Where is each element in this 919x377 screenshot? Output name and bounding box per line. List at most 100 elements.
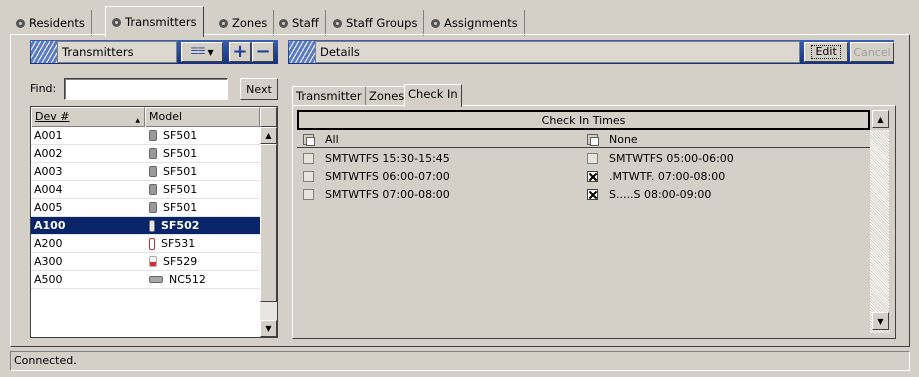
checkbox[interactable] [303,170,314,182]
checkbox[interactable] [303,152,314,164]
grid-rows: A001 SF501 A002 SF501 A003 SF501 A004 SF501 A005… [31,127,260,289]
tab-bullet-icon [279,18,288,28]
check-in-time-item[interactable]: SMTWTFS 06:00-07:00 [303,167,450,185]
dev-cell: A002 [34,147,63,160]
scroll-up-button[interactable]: ▲ [260,127,277,144]
pull-cord-icon [149,237,155,250]
check-in-time-label: SMTWTFS 07:00-08:00 [325,187,450,201]
dev-cell: A300 [34,255,63,268]
dev-cell: A003 [34,165,63,178]
tab-label: Transmitters [125,15,197,29]
check-in-time-label: .MTWTF. 07:00-08:00 [609,169,726,183]
status-text: Connected. [14,354,77,367]
scroll-up-button[interactable]: ▲ [872,110,889,128]
checkbox[interactable] [303,188,314,200]
check-in-time-item[interactable]: .MTWTF. 07:00-08:00 [587,167,725,185]
dev-cell: A001 [34,129,63,142]
column-header-label: Model [149,110,183,123]
table-row[interactable]: A300 SF529 [31,253,260,271]
column-header-model[interactable]: Model [145,107,260,127]
tab-bullet-icon [333,18,342,28]
sort-ascending-icon: ▲ [135,117,140,124]
checkbox[interactable] [587,188,598,200]
table-row[interactable]: A200 SF531 [31,235,260,253]
check-in-time-item[interactable]: SMTWTFS 15:30-15:45 [303,149,450,167]
tab-bullet-icon [219,18,228,28]
tab-residents[interactable]: Residents [10,10,92,36]
next-label: Next [246,82,272,96]
nurse-call-icon [149,276,163,283]
scrollbar-track[interactable] [870,130,889,333]
pendant-gray-icon [149,130,157,141]
checkbox[interactable] [587,170,598,182]
checkbox[interactable] [587,152,598,164]
add-transmitter-button[interactable]: + [229,42,251,62]
tab-transmitter[interactable]: Transmitter [292,86,366,106]
tab-bullet-icon [112,17,121,27]
select-row: All None [297,130,870,148]
dev-cell: A500 [34,273,63,286]
table-row[interactable]: A005 SF501 [31,199,260,217]
model-label: NC512 [169,273,206,286]
table-row[interactable]: A004 SF501 [31,181,260,199]
model-label: SF501 [163,129,198,142]
table-row[interactable]: A500 NC512 [31,271,260,289]
scrollbar-corner [260,107,277,127]
tab-label: Staff Groups [346,16,418,30]
edit-button[interactable]: Edit [804,42,849,62]
model-cell: SF501 [145,201,197,214]
details-panel-header: Details Edit Cancel [288,40,894,64]
check-in-time-item[interactable]: SMTWTFS 07:00-08:00 [303,185,450,203]
select-none-button[interactable]: None [587,130,638,148]
check-in-time-item[interactable]: SMTWTFS 05:00-06:00 [587,149,734,167]
tab-staff[interactable]: Staff [273,10,326,36]
dev-cell: A005 [34,201,63,214]
model-label: SF501 [163,165,198,178]
scroll-thumb[interactable] [260,144,277,302]
find-input[interactable] [64,78,228,100]
column-header-label: Dev # [35,110,70,123]
grid-header: Dev # ▲ Model [31,107,260,127]
tab-assignments[interactable]: Assignments [425,10,525,36]
check-in-time-item[interactable]: S.....S 08:00-09:00 [587,185,711,203]
model-cell: SF501 [145,147,197,160]
transmitters-panel-header: Transmitters ☰☰ ▼ + − [30,40,278,64]
find-label: Find: [30,82,57,95]
arrow-down-icon: ▼ [877,316,884,326]
next-button[interactable]: Next [240,78,278,100]
list-scrollbar[interactable]: ▲ ▼ [260,107,277,337]
view-options-button[interactable]: ☰☰ ▼ [181,42,223,62]
wrist-device-icon [149,219,155,232]
tab-staff-groups[interactable]: Staff Groups [327,10,425,36]
tab-bullet-icon [16,18,25,28]
cancel-button[interactable]: Cancel [850,42,894,62]
plus-icon: + [232,41,248,62]
column-header-dev[interactable]: Dev # ▲ [31,107,145,127]
pendant-gray-icon [149,202,157,213]
edit-label: Edit [811,45,841,59]
scroll-down-button[interactable]: ▼ [872,312,889,330]
table-row[interactable]: A001 SF501 [31,127,260,145]
table-row[interactable]: A002 SF501 [31,145,260,163]
check-in-time-label: SMTWTFS 06:00-07:00 [325,169,450,183]
remove-transmitter-button[interactable]: − [252,42,274,62]
table-row[interactable]: A003 SF501 [31,163,260,181]
tab-zones[interactable]: Zones [213,10,275,36]
scroll-down-button[interactable]: ▼ [260,320,277,337]
check-in-times-list: All None SMTWTFS 15:30-15:45 SMTWTFS 06:0… [297,130,870,333]
model-label: SF529 [163,255,198,268]
tab-check-in[interactable]: Check In [404,84,462,107]
model-cell: SF501 [145,129,197,142]
check-in-time-label: S.....S 08:00-09:00 [609,187,712,201]
select-all-icon [303,133,315,146]
tab-zones-detail[interactable]: Zones [366,86,409,106]
model-label: SF501 [163,183,198,196]
minus-icon: − [255,41,271,62]
select-all-button[interactable]: All [303,130,339,148]
tab-transmitters[interactable]: Transmitters [105,6,204,37]
red-sensor-icon [149,256,157,267]
tab-label: Staff [292,16,319,30]
model-cell: SF501 [145,183,197,196]
pendant-gray-icon [149,184,157,195]
table-row[interactable]: A100 SF502 [31,217,260,235]
